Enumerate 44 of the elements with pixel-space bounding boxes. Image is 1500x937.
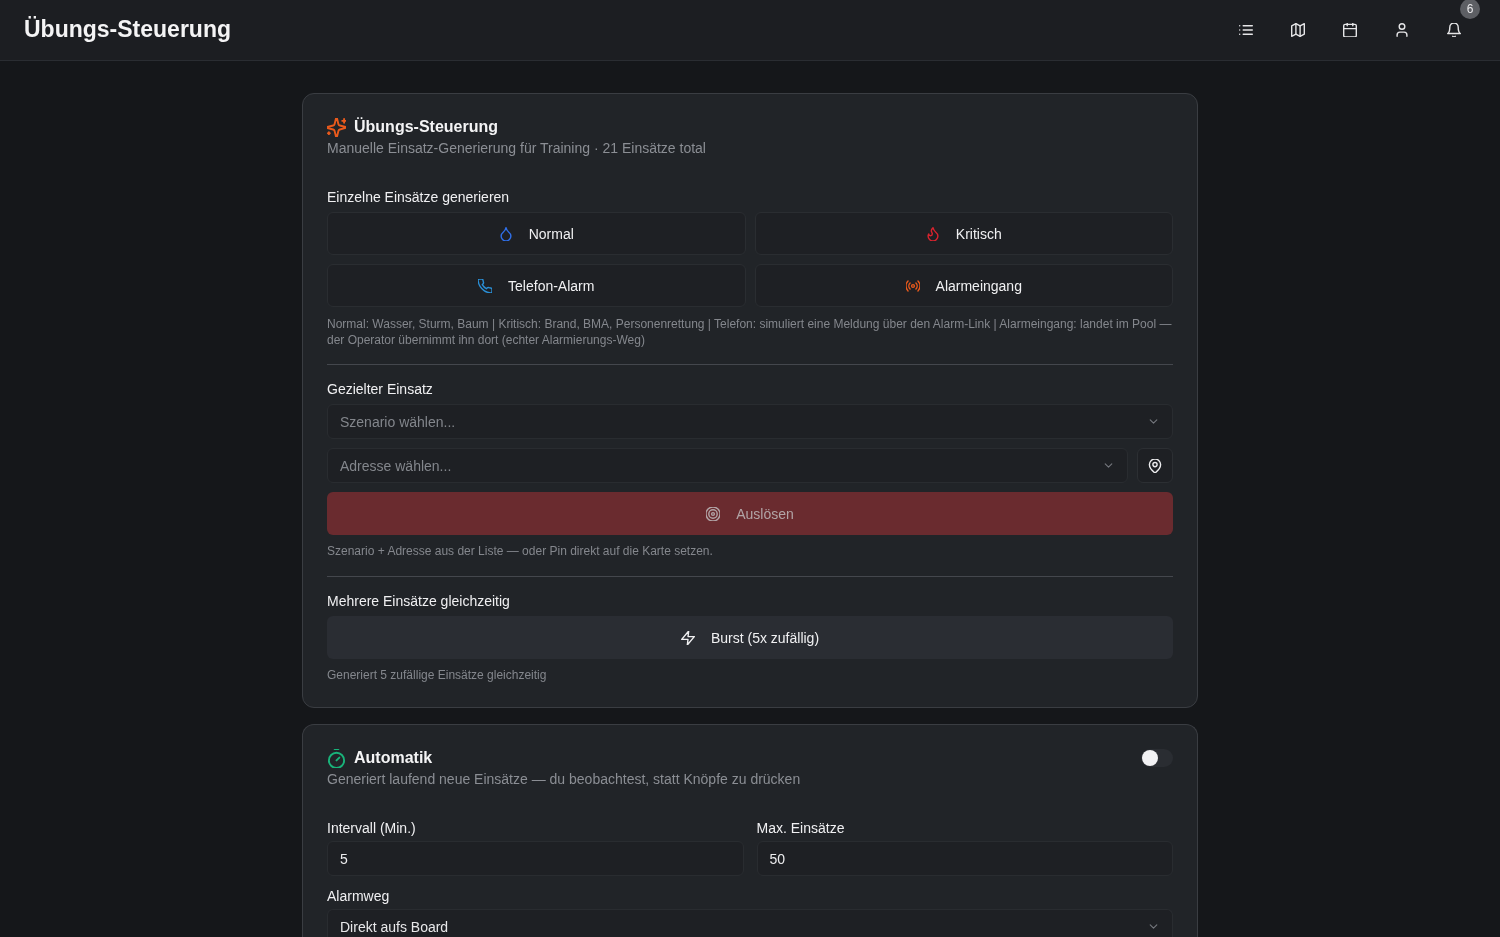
number-field[interactable]: 5 <box>327 841 744 876</box>
bell-icon <box>1447 23 1461 37</box>
sparkles-icon <box>327 117 346 137</box>
card-title: Automatik <box>354 748 433 768</box>
broadcast-icon <box>905 278 920 293</box>
flame-icon <box>925 226 940 241</box>
incident-button[interactable]: Alarmeingang <box>754 264 1173 307</box>
scenario-select[interactable]: Szenario wählen... <box>327 404 1173 439</box>
lightning-icon <box>680 630 695 645</box>
list-icon <box>1239 23 1253 37</box>
help-text: Szenario + Adresse aus der Liste — oder Pin direkt auf die Karte setzen. <box>327 543 714 559</box>
toggle-switch[interactable] <box>1141 749 1173 767</box>
chevron-icon <box>1103 460 1114 471</box>
section-label: Mehrere Einsätze gleichzeitig <box>327 592 511 611</box>
burst-button[interactable]: Burst (5x zufällig) <box>327 616 1173 659</box>
droplet-icon <box>498 226 513 241</box>
stopwatch-icon <box>327 748 346 768</box>
address-select[interactable]: Adresse wählen... <box>327 448 1128 483</box>
notification-badge: 6 <box>1460 0 1480 19</box>
route-select[interactable]: Direkt aufs Board <box>327 909 1173 937</box>
map-icon <box>1291 23 1305 37</box>
map-pin-icon <box>1148 458 1162 473</box>
incident-button[interactable]: Kritisch <box>754 212 1173 255</box>
help-text: Generiert 5 zufällige Einsätze gleichzeitig <box>327 667 548 683</box>
number-field[interactable]: 50 <box>756 841 1173 876</box>
phone-icon <box>478 278 493 293</box>
calendar-icon <box>1343 23 1357 37</box>
section-label: Einzelne Einsätze generieren <box>327 188 511 207</box>
card-title: Übungs-Steuerung <box>354 116 498 137</box>
chevron-icon <box>1148 921 1159 932</box>
target-icon <box>706 506 721 521</box>
field-label: Intervall (Min.) <box>327 819 417 838</box>
app-title: Übungs-Steuerung <box>24 15 231 44</box>
pin-button[interactable] <box>1137 448 1173 483</box>
card-subtitle: Manuelle Einsatz-Generierung für Training · 21 Einsätze total <box>327 139 707 158</box>
incident-button[interactable]: Normal <box>327 212 746 255</box>
section-label: Gezielter Einsatz <box>327 380 434 399</box>
user-icon <box>1395 23 1409 37</box>
incident-button[interactable]: Telefon-Alarm <box>327 264 746 307</box>
chevron-icon <box>1148 416 1159 427</box>
card-subtitle: Generiert laufend neue Einsätze — du beobachtest, statt Knöpfe zu drücken <box>327 770 801 789</box>
help-text: Normal: Wasser, Sturm, Baum | Kritisch: Brand, BMA, Personenrettung | Telefon: simuliert eine Meldung über den Alarm-Link | Alarmeingang: landet im Pool — der Operator übernimmt ihn dort (echter Alarmierungs-Weg) <box>327 316 1173 348</box>
field-label: Max. Einsätze <box>756 819 846 838</box>
field-label: Alarmweg <box>327 887 391 906</box>
